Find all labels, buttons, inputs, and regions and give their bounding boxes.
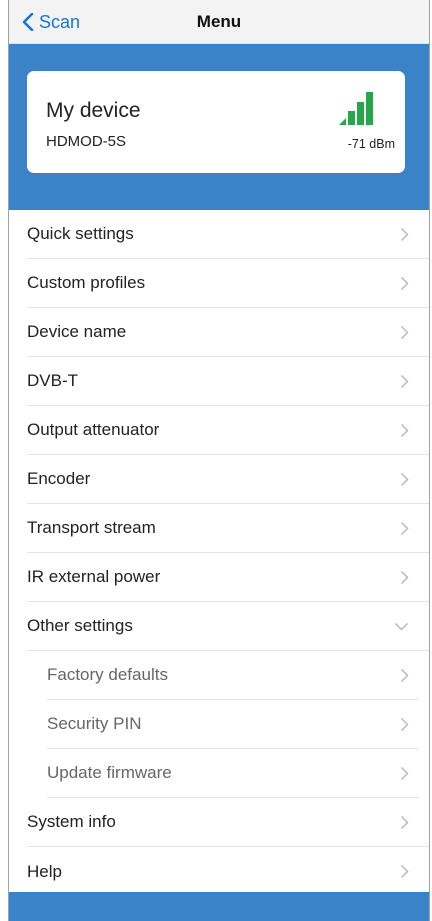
menu-item-dvb-t[interactable]: DVB-T	[27, 357, 429, 406]
chevron-right-icon	[401, 815, 409, 829]
submenu-item-label: Security PIN	[47, 714, 142, 733]
app-frame: Scan Menu My device HDMOD-5S -71 dBm Qui…	[8, 0, 430, 921]
chevron-right-icon	[401, 227, 409, 241]
menu-item-transport-stream[interactable]: Transport stream	[27, 504, 429, 553]
device-card[interactable]: My device HDMOD-5S -71 dBm	[27, 71, 405, 173]
menu-item-label: Other settings	[27, 616, 133, 635]
submenu-item-security-pin[interactable]: Security PIN	[47, 700, 419, 749]
menu-item-custom-profiles[interactable]: Custom profiles	[27, 259, 429, 308]
menu-item-label: IR external power	[27, 567, 161, 586]
menu-item-ir-external-power[interactable]: IR external power	[27, 553, 429, 602]
device-name: My device	[46, 99, 141, 122]
chevron-right-icon	[401, 570, 409, 584]
submenu-item-label: Update firmware	[47, 763, 172, 782]
navigation-bar: Scan Menu	[9, 0, 429, 44]
menu-item-quick-settings[interactable]: Quick settings	[27, 210, 429, 259]
menu-item-label: Transport stream	[27, 518, 156, 537]
menu-item-output-attenuator[interactable]: Output attenuator	[27, 406, 429, 455]
menu-item-label: Device name	[27, 322, 127, 341]
page-title: Menu	[196, 11, 242, 31]
device-header: My device HDMOD-5S -71 dBm	[9, 44, 429, 210]
menu-item-other-settings[interactable]: Other settings	[27, 602, 429, 651]
chevron-right-icon	[401, 325, 409, 339]
menu-item-label: System info	[27, 812, 116, 831]
menu-item-help[interactable]: Help	[27, 847, 429, 896]
chevron-down-icon	[395, 622, 408, 630]
footer-bar	[9, 892, 429, 921]
chevron-right-icon	[401, 521, 409, 535]
signal-dbm-value: -71 dBm	[347, 137, 395, 151]
chevron-right-icon	[401, 374, 409, 388]
chevron-right-icon	[401, 276, 409, 290]
menu-list: Quick settings Custom profiles Device na…	[9, 210, 429, 896]
chevron-right-icon	[401, 865, 409, 878]
menu-item-system-info[interactable]: System info	[27, 798, 429, 847]
menu-item-label: Custom profiles	[27, 273, 146, 292]
menu-item-label: Encoder	[27, 469, 91, 488]
signal-strength-icon	[339, 92, 373, 125]
chevron-left-icon	[22, 13, 34, 31]
chevron-right-icon	[401, 423, 409, 437]
submenu-item-factory-defaults[interactable]: Factory defaults	[47, 651, 419, 700]
menu-item-encoder[interactable]: Encoder	[27, 455, 429, 504]
chevron-right-icon	[401, 717, 409, 731]
device-model: HDMOD-5S	[46, 133, 127, 150]
chevron-right-icon	[401, 472, 409, 486]
menu-item-label: Output attenuator	[27, 420, 160, 439]
back-button[interactable]: Scan	[21, 0, 80, 44]
submenu-item-update-firmware[interactable]: Update firmware	[47, 749, 419, 798]
chevron-right-icon	[401, 766, 409, 780]
menu-item-label: Quick settings	[27, 224, 134, 243]
back-button-label: Scan	[39, 11, 81, 32]
menu-item-label: Help	[27, 861, 62, 881]
chevron-right-icon	[401, 668, 409, 682]
submenu-item-label: Factory defaults	[47, 665, 168, 684]
menu-item-device-name[interactable]: Device name	[27, 308, 429, 357]
menu-item-label: DVB-T	[27, 371, 78, 390]
